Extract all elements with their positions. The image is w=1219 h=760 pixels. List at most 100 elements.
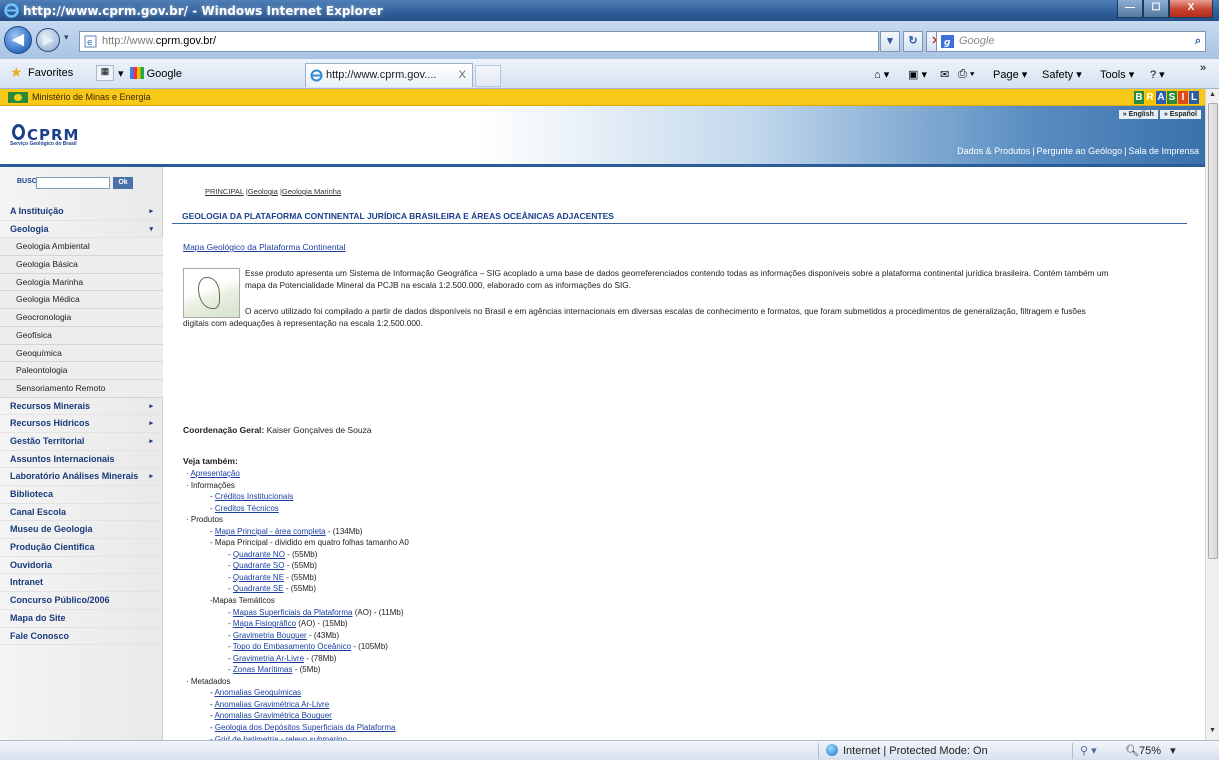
scroll-up-icon[interactable]: ▲	[1209, 91, 1216, 98]
forward-button[interactable]: ▶	[36, 28, 60, 52]
tools-menu[interactable]: Tools ▾	[1100, 68, 1134, 81]
toolbar-overflow-icon[interactable]: »	[1200, 62, 1206, 74]
search-input[interactable]: g Google ⌕	[936, 31, 1206, 52]
feeds-icon[interactable]: ▣ ▾	[908, 68, 927, 81]
mapa-geologico-link[interactable]: Mapa Geológico da Plataforma Continental	[183, 242, 346, 252]
history-dropdown-icon[interactable]: ▾	[64, 32, 69, 43]
page-menu[interactable]: Page ▾	[993, 68, 1027, 81]
sidebar-subitem[interactable]: Paleontologia	[0, 362, 163, 380]
refresh-icon[interactable]: ↻	[903, 31, 923, 52]
sidebar-item[interactable]: Mapa do Site	[0, 610, 163, 628]
sidebar-item-label: Geologia Médica	[16, 294, 80, 305]
sidebar-item[interactable]: Geologia ▾	[0, 221, 163, 239]
busca-ok-button[interactable]: Ok	[113, 177, 133, 189]
list-item-link[interactable]: Creditos Técnicos	[215, 504, 279, 513]
list-item-link[interactable]: Mapa Fisiográfico	[233, 619, 296, 628]
home-icon[interactable]: ⌂ ▾	[874, 68, 889, 81]
topnav-dados-link[interactable]: Dados & Produtos	[957, 146, 1030, 156]
new-tab-button[interactable]	[475, 65, 501, 87]
security-zone[interactable]: Internet | Protected Mode: On	[826, 744, 988, 757]
sidebar-subitem[interactable]: Geocronologia	[0, 309, 163, 327]
list-item-link[interactable]: Quadrante NE	[233, 573, 284, 582]
tab-close-icon[interactable]: X	[459, 64, 466, 86]
vertical-scrollbar[interactable]: ▲ ▼	[1205, 89, 1219, 740]
list-item-link[interactable]: Anomalias Gravimétrica Bouguer	[214, 711, 331, 720]
sidebar-item[interactable]: Assuntos Internacionais	[0, 451, 163, 469]
sidebar-item[interactable]: Ouvidoria	[0, 557, 163, 575]
zoom-dropdown-icon[interactable]: ▾	[1170, 745, 1176, 757]
list-item-link[interactable]: Anomalias Gravimétrica Ar-Livre	[214, 700, 329, 709]
window-title: http://www.cprm.gov.br/ - Windows Intern…	[23, 4, 383, 18]
list-item-link[interactable]: Quadrante SO	[233, 561, 285, 570]
mail-icon[interactable]: ✉	[940, 68, 949, 81]
busca-input[interactable]	[36, 177, 110, 189]
favorites-button[interactable]: ★ Favorites	[10, 64, 73, 80]
list-item-link[interactable]: Mapa Principal - área completa	[215, 527, 326, 536]
crumb-geologia-marinha[interactable]: Geologia Marinha	[282, 187, 341, 196]
address-dropdown-icon[interactable]: ▾	[880, 31, 900, 52]
sidebar-subitem[interactable]: Geologia Básica	[0, 256, 163, 274]
list-item-size: - (55Mb)	[284, 561, 317, 571]
sidebar-item[interactable]: Biblioteca	[0, 486, 163, 504]
sidebar-item[interactable]: Concurso Público/2006	[0, 592, 163, 610]
sidebar-item[interactable]: Fale Conosco	[0, 628, 163, 646]
sidebar-item-label: Assuntos Internacionais	[10, 453, 115, 464]
google-favorite[interactable]: ▾ Google	[118, 67, 182, 80]
sidebar-item[interactable]: Laboratório Análises Minerais ▸	[0, 468, 163, 486]
sidebar-item[interactable]: A Instituição ▸	[0, 203, 163, 221]
sidebar-item[interactable]: Recursos Minerais ▸	[0, 398, 163, 416]
topnav-imprensa-link[interactable]: Sala de Imprensa	[1128, 146, 1199, 156]
list-item-link[interactable]: Quadrante NO	[233, 550, 285, 559]
sidebar-subitem[interactable]: Geologia Médica	[0, 291, 163, 310]
window-titlebar: http://www.cprm.gov.br/ - Windows Intern…	[0, 0, 1219, 21]
close-window-button[interactable]: X	[1169, 0, 1213, 18]
related-links-list: · Apresentação · Informações - Créditos In…	[186, 468, 409, 740]
tab-cprm[interactable]: http://www.cprm.gov.... X	[305, 63, 473, 87]
list-item-link[interactable]: Gravimetria Ar-Livre	[233, 654, 304, 663]
list-item-link[interactable]: Quadrante SE	[233, 584, 284, 593]
address-bar[interactable]: e http://www.cprm.gov.br/	[79, 31, 879, 52]
list-item-link[interactable]: Gravimetria Bouguer	[233, 631, 307, 640]
sidebar-subitem[interactable]: Geologia Marinha	[0, 273, 163, 292]
scroll-down-icon[interactable]: ▼	[1209, 727, 1216, 734]
sidebar-subitem[interactable]: Geologia Ambiental	[0, 238, 163, 257]
lang-english-link[interactable]: » English	[1118, 110, 1158, 119]
lang-espanol-link[interactable]: » Español	[1159, 110, 1201, 119]
safety-menu[interactable]: Safety ▾	[1042, 68, 1082, 81]
sidebar-subitem[interactable]: Geoquímica	[0, 344, 163, 363]
back-button[interactable]: ◀	[4, 26, 32, 54]
sidebar-item[interactable]: Gestão Territorial ▸	[0, 433, 163, 451]
sidebar-subitem[interactable]: Geofísica	[0, 326, 163, 345]
list-item: · Informações	[186, 480, 409, 492]
sidebar-item[interactable]: Intranet	[0, 574, 163, 593]
sidebar-subitem[interactable]: Sensoriamento Remoto	[0, 379, 163, 398]
sidebar-item[interactable]: Museu de Geologia	[0, 521, 163, 540]
sidebar-item[interactable]: Produção Científica	[0, 539, 163, 557]
list-item-link[interactable]: Créditos Institucionais	[215, 492, 293, 501]
list-item-link[interactable]: Mapas Superficiais da Plataforma	[233, 608, 353, 617]
sidebar-item-label: Geoquímica	[16, 347, 62, 358]
scrollbar-thumb[interactable]	[1208, 103, 1218, 559]
list-item-link[interactable]: Anomalias Geoquímicas	[214, 688, 301, 697]
minimize-button[interactable]: —	[1117, 0, 1143, 18]
list-item-link[interactable]: Apresentação	[190, 469, 239, 478]
help-menu[interactable]: ? ▾	[1150, 68, 1165, 81]
sidebar-item[interactable]: Canal Escola	[0, 504, 163, 522]
list-item-link[interactable]: Topo do Embasamento Oceânico	[233, 642, 351, 651]
maximize-button[interactable]: ☐	[1143, 0, 1169, 18]
crumb-geologia[interactable]: Geologia	[248, 187, 278, 196]
print-icon[interactable]: ⎙ ▾	[958, 68, 974, 81]
sidebar-item[interactable]: Recursos Hídricos ▸	[0, 415, 163, 433]
topnav-geologo-link[interactable]: Pergunte ao Geólogo	[1037, 146, 1123, 156]
google-icon: g	[941, 35, 954, 48]
search-icon[interactable]: ⌕	[1195, 32, 1201, 51]
ministry-label[interactable]: Ministério de Minas e Energia	[32, 92, 151, 102]
list-item-link[interactable]: Geologia dos Depósitos Superficiais da P…	[215, 723, 396, 732]
protected-mode-icon[interactable]: ⚲ ▾	[1080, 744, 1097, 757]
list-item-link[interactable]: Zonas Marítimas	[233, 665, 293, 674]
quick-tabs-icon[interactable]: ▦	[96, 65, 114, 81]
map-thumbnail[interactable]	[183, 268, 240, 318]
chevron-icon: ▾	[149, 225, 153, 233]
zoom-control[interactable]: 🔍︎75% ▾	[1125, 744, 1176, 757]
crumb-principal[interactable]: PRINCIPAL	[205, 187, 244, 196]
